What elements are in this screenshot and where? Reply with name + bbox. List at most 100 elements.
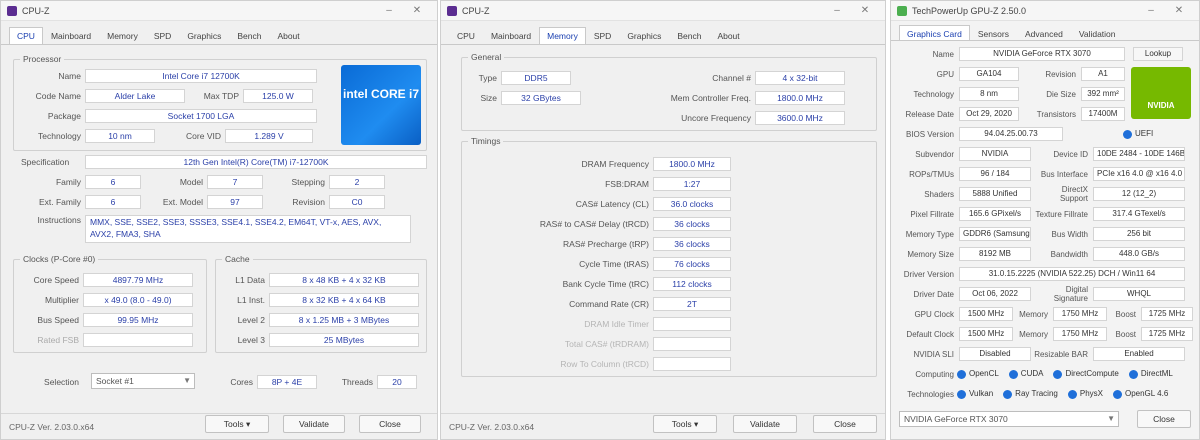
- revision-value: C0: [329, 195, 385, 209]
- name-label: Name: [58, 71, 81, 81]
- gpu-info-label: Driver Version: [903, 269, 954, 279]
- technology-option-label: OpenGL 4.6: [1124, 389, 1169, 399]
- tab-about[interactable]: About: [709, 27, 747, 44]
- close-button[interactable]: Close: [1137, 410, 1191, 428]
- validate-button[interactable]: Validate: [733, 415, 797, 433]
- l1d-value: 8 x 48 KB + 4 x 32 KB: [269, 273, 419, 287]
- computing-checkbox[interactable]: DirectCompute: [1053, 369, 1119, 379]
- tab-spd[interactable]: SPD: [146, 27, 179, 44]
- close-button[interactable]: Close: [359, 415, 421, 433]
- validate-button[interactable]: Validate: [283, 415, 345, 433]
- gpu-info-value: 1725 MHz: [1141, 327, 1193, 341]
- gpu-select-dropdown[interactable]: NVIDIA GeForce RTX 3070 ▼: [899, 411, 1119, 427]
- gpu-info-value: 317.4 GTexel/s: [1093, 207, 1185, 221]
- computing-checkbox[interactable]: OpenCL: [957, 369, 999, 379]
- tab-validation[interactable]: Validation: [1071, 25, 1124, 40]
- gpu-info-value: 8 nm: [959, 87, 1019, 101]
- gpu-info-label: Pixel Fillrate: [910, 209, 954, 219]
- gpu-info-row: Driver Date Oct 06, 2022 Digital Signature…: [895, 285, 1187, 303]
- selection-dropdown[interactable]: Socket #1 ▼: [91, 373, 195, 389]
- minimize-icon[interactable]: –: [823, 5, 851, 16]
- general-group-label: General: [468, 52, 505, 62]
- tab-cpu[interactable]: CPU: [449, 27, 483, 44]
- tab-about[interactable]: About: [269, 27, 307, 44]
- close-icon[interactable]: ✕: [851, 5, 879, 16]
- gpu-info-value: 94.04.25.00.73: [959, 127, 1063, 141]
- minimize-icon[interactable]: –: [375, 5, 403, 16]
- tab-graphics-card[interactable]: Graphics Card: [899, 25, 970, 40]
- tab-sensors[interactable]: Sensors: [970, 25, 1017, 40]
- clocks-group-label: Clocks (P-Core #0): [20, 254, 99, 264]
- gpu-info-label: Bus Interface: [1040, 169, 1088, 179]
- gpu-info-row: GPU GA104 Revision A1: [895, 67, 1127, 81]
- technology-checkbox[interactable]: OpenGL 4.6: [1112, 389, 1169, 399]
- checkbox-icon: [1067, 389, 1077, 399]
- tools-button[interactable]: Tools ▾: [653, 415, 717, 433]
- technology-checkbox[interactable]: Vulkan: [957, 389, 993, 399]
- selection-label: Selection: [44, 377, 79, 387]
- gpu-info-value: GDDR6 (Samsung): [959, 227, 1031, 241]
- close-icon[interactable]: ✕: [1165, 5, 1193, 16]
- computing-checkbox[interactable]: CUDA: [1008, 369, 1043, 379]
- title-bar: TechPowerUp GPU-Z 2.50.0 – ✕: [891, 1, 1199, 21]
- stepping-label: Stepping: [291, 177, 325, 187]
- tab-bench[interactable]: Bench: [229, 27, 269, 44]
- window-title: CPU-Z: [462, 5, 490, 16]
- computing-option-label: OpenCL: [969, 369, 999, 379]
- tab-memory[interactable]: Memory: [539, 27, 586, 44]
- busspeed-label: Bus Speed: [37, 315, 79, 325]
- cores-label: Cores: [230, 377, 253, 387]
- close-button[interactable]: Close: [813, 415, 877, 433]
- gpu-info-value: 392 mm²: [1081, 87, 1125, 101]
- tab-memory[interactable]: Memory: [99, 27, 146, 44]
- technology-option-label: Ray Tracing: [1015, 389, 1058, 399]
- nvidia-logo-text: NVIDIA: [1147, 101, 1175, 110]
- gpu-info-label: ROPs/TMUs: [909, 169, 954, 179]
- gpu-info-label: Resizable BAR: [1034, 349, 1088, 359]
- computing-items: OpenCL CUDA DirectCompute DirectML: [957, 369, 1173, 379]
- gpu-info-row: Default Clock 1500 MHz Memory 1750 MHz Boost…: [895, 327, 1195, 341]
- timing-row: Command Rate (CR) 2T: [469, 297, 731, 311]
- timing-row: RAS# to CAS# Delay (tRCD) 36 clocks: [469, 217, 731, 231]
- technology-checkbox[interactable]: PhysX: [1067, 389, 1103, 399]
- tab-mainboard[interactable]: Mainboard: [483, 27, 539, 44]
- gpu-info-value: 1500 MHz: [959, 327, 1013, 341]
- cpuz-window-cpu: CPU-Z – ✕ CPU Mainboard Memory SPD Graph…: [0, 0, 438, 440]
- corespeed-label: Core Speed: [33, 275, 79, 285]
- tab-graphics[interactable]: Graphics: [619, 27, 669, 44]
- tab-bar: Graphics Card Sensors Advanced Validatio…: [891, 21, 1199, 41]
- tools-button[interactable]: Tools ▾: [205, 415, 269, 433]
- technology-checkbox[interactable]: Ray Tracing: [1003, 389, 1058, 399]
- tab-bench[interactable]: Bench: [669, 27, 709, 44]
- intel-core-logo: intel CORE i7: [341, 65, 421, 145]
- checkbox-icon: [1123, 129, 1132, 139]
- tab-bar: CPU Mainboard Memory SPD Graphics Bench …: [441, 21, 885, 45]
- gpu-info-label: Boost: [1115, 329, 1136, 339]
- uefi-checkbox[interactable]: UEFI: [1123, 129, 1153, 139]
- gpu-info-label: Subvendor: [915, 149, 954, 159]
- gpu-info-label: Device ID: [1053, 149, 1088, 159]
- tab-mainboard[interactable]: Mainboard: [43, 27, 99, 44]
- gpu-info-label: Default Clock: [906, 329, 954, 339]
- tab-advanced[interactable]: Advanced: [1017, 25, 1071, 40]
- ratedfsb-label: Rated FSB: [37, 335, 79, 345]
- close-icon[interactable]: ✕: [403, 5, 431, 16]
- gpu-info-label: GPU Clock: [914, 309, 954, 319]
- gpu-info-row: ROPs/TMUs 96 / 184 Bus Interface PCIe x16 4…: [895, 167, 1187, 181]
- minimize-icon[interactable]: –: [1137, 5, 1165, 16]
- stepping-value: 2: [329, 175, 385, 189]
- lookup-button[interactable]: Lookup: [1133, 47, 1183, 61]
- timings-group-label: Timings: [468, 136, 504, 146]
- gpu-info-label: Boost: [1115, 309, 1136, 319]
- timing-label: RAS# Precharge (tRP): [563, 239, 649, 249]
- computing-checkbox[interactable]: DirectML: [1128, 369, 1173, 379]
- gpu-info-label: GPU: [936, 69, 954, 79]
- gpu-info-row: Memory Type GDDR6 (Samsung) Bus Width 256 b…: [895, 227, 1187, 241]
- tab-cpu[interactable]: CPU: [9, 27, 43, 44]
- gpu-info-value: 165.6 GPixel/s: [959, 207, 1031, 221]
- gpu-info-value: 1500 MHz: [959, 307, 1013, 321]
- tab-spd[interactable]: SPD: [586, 27, 619, 44]
- tab-graphics[interactable]: Graphics: [179, 27, 229, 44]
- memctrl-label: Mem Controller Freq.: [670, 93, 751, 103]
- cpuz-app-icon: [447, 5, 457, 16]
